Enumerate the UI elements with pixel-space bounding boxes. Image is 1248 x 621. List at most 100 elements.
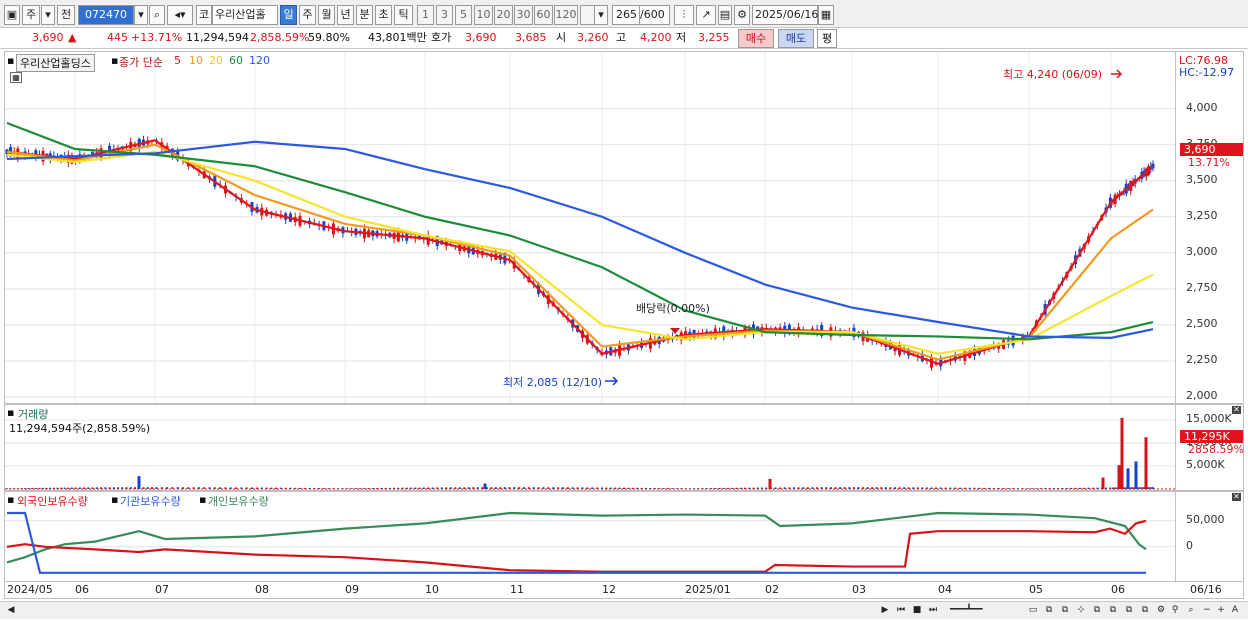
layout-icon-3[interactable]: ⧉ — [1058, 604, 1072, 618]
volume-spike-bar — [768, 478, 772, 489]
count-input[interactable]: 265 — [612, 5, 640, 25]
table-toggle-icon[interactable]: ▦ — [10, 72, 22, 83]
market-dropdown-icon[interactable]: ▾ — [41, 5, 55, 25]
volume-menu-icon[interactable]: ▪ — [7, 406, 14, 419]
search-icon[interactable]: ⌕ — [149, 5, 165, 25]
volume-bar — [9, 488, 12, 489]
layout-icon-2[interactable]: ⧉ — [1042, 604, 1056, 618]
interval-dropdown-icon[interactable]: ▾ — [594, 5, 608, 25]
volume-bar — [820, 487, 823, 489]
search-zoom-icon[interactable]: ⌕ — [1184, 604, 1198, 618]
ask-price: 3,690 — [465, 31, 497, 44]
volume-spike-bar — [1101, 477, 1105, 489]
rewind-icon[interactable]: ⏮ — [894, 604, 908, 618]
settings-icon[interactable]: ⚙ — [1154, 604, 1168, 618]
date-input[interactable]: 2025/06/16 — [752, 5, 818, 25]
holding-panel[interactable]: ▪ 외국인보유수량 ▪ 기관보유수량 ▪ 개인보유수량 — [4, 491, 1176, 582]
volume-bar — [91, 487, 94, 489]
avg-button[interactable]: 평 — [817, 29, 837, 48]
interval-3[interactable]: 3 — [436, 5, 453, 25]
layout-icon-6[interactable]: ⧉ — [1122, 604, 1136, 618]
gear-icon[interactable]: ⚙ — [734, 5, 750, 25]
volume-bar — [576, 487, 579, 489]
interval-10[interactable]: 10 — [474, 5, 493, 25]
forward-icon[interactable]: ⏭ — [926, 604, 940, 618]
holding-close-icon[interactable]: ✕ — [1232, 493, 1241, 501]
scroll-left-icon[interactable]: ◀ — [4, 604, 18, 618]
volume-spike-bar — [137, 476, 141, 489]
volume-spike-bar — [1120, 417, 1124, 489]
period-year[interactable]: 년 — [337, 5, 354, 25]
volume-bar — [176, 487, 179, 489]
volume-bar — [857, 487, 860, 489]
volume-bar — [397, 487, 400, 489]
volume-bar — [748, 487, 751, 489]
institution-legend-icon: ▪ — [111, 493, 119, 506]
save-icon[interactable]: ▤ — [718, 5, 732, 25]
interval-1[interactable]: 1 — [417, 5, 434, 25]
calendar-icon[interactable]: ▦ — [818, 5, 834, 25]
volume-bar — [756, 487, 759, 489]
period-day[interactable]: 일 — [280, 5, 297, 25]
candle — [920, 350, 924, 363]
panel-menu-icon[interactable]: ▪ — [7, 54, 14, 67]
sell-button[interactable]: 매도 — [778, 29, 814, 48]
period-month[interactable]: 월 — [318, 5, 335, 25]
zoom-out-icon[interactable]: − — [1200, 604, 1214, 618]
ma-legend-20: 20 — [209, 54, 223, 67]
scroll-bar[interactable]: ◀ ▶ ⏮ ■ ⏭ ━━━┻━━ ▭ ⧉ ⧉ ⊹ ⧉ ⧉ ⧉ ⧉ ⚙ ⚲ ⌕ −… — [0, 601, 1248, 619]
candle — [494, 249, 498, 261]
price-y-tick: 2,250 — [1186, 352, 1218, 366]
candle — [371, 229, 375, 241]
volume-bar — [884, 487, 887, 489]
quote-label: 호가 — [431, 31, 452, 44]
volume-bar — [935, 487, 938, 489]
font-size-icon[interactable]: A — [1228, 604, 1242, 618]
volume-bar — [714, 487, 717, 489]
ma-legend-icon: ▪ — [111, 54, 119, 67]
volume-bar — [522, 487, 525, 489]
volume-bar — [752, 487, 755, 489]
volume-chart[interactable] — [5, 405, 1176, 491]
interval-5[interactable]: 5 — [455, 5, 472, 25]
window-icon[interactable]: ▣ — [4, 5, 20, 25]
interval-60[interactable]: 60 — [534, 5, 553, 25]
stock-code-input[interactable]: 072470 — [78, 5, 134, 25]
price-panel[interactable]: ▪ 우리산업홀딩스 ▪ 종가 단순 5 10 20 60 120 ▦ 최고 4,… — [4, 51, 1176, 404]
zoom-slider[interactable]: ━━━┻━━ — [950, 604, 1020, 618]
layout-icon-5[interactable]: ⧉ — [1106, 604, 1120, 618]
holding-menu-icon[interactable]: ▪ — [7, 493, 14, 506]
volume-bar — [160, 487, 163, 489]
candle-type-icon[interactable]: ⫶ — [674, 5, 694, 25]
stop-icon[interactable]: ■ — [910, 604, 924, 618]
pin-icon[interactable]: ⚲ — [1168, 604, 1182, 618]
period-minute[interactable]: 분 — [356, 5, 373, 25]
volume-panel[interactable]: ▪ 거래량 11,294,594주(2,858.59%) — [4, 404, 1176, 491]
period-tick[interactable]: 틱 — [394, 5, 413, 25]
sound-icon[interactable]: ◂▾ — [167, 5, 193, 25]
layout-icon-4[interactable]: ⧉ — [1090, 604, 1104, 618]
market-select[interactable]: 주 — [22, 5, 40, 25]
prev-button[interactable]: 전 — [57, 5, 75, 25]
volume-bar — [20, 488, 23, 489]
volume-bar — [337, 488, 340, 489]
volume-bar — [907, 487, 910, 489]
layout-icon-7[interactable]: ⧉ — [1138, 604, 1152, 618]
period-second[interactable]: 초 — [375, 5, 392, 25]
price-chart[interactable] — [5, 52, 1176, 404]
scroll-right-icon[interactable]: ▶ — [878, 604, 892, 618]
interval-20[interactable]: 20 — [494, 5, 513, 25]
volume-bar — [371, 488, 374, 489]
layout-icon-1[interactable]: ▭ — [1026, 604, 1040, 618]
volume-bar — [1007, 488, 1010, 489]
buy-button[interactable]: 매수 — [738, 29, 774, 48]
code-dropdown-icon[interactable]: ▾ — [134, 5, 148, 25]
interval-120[interactable]: 120 — [554, 5, 578, 25]
interval-30[interactable]: 30 — [514, 5, 533, 25]
stock-name-field[interactable]: 우리산업홀 — [212, 5, 278, 25]
zoom-in-icon[interactable]: + — [1214, 604, 1228, 618]
crosshair-icon[interactable]: ⊹ — [1074, 604, 1088, 618]
period-week[interactable]: 주 — [299, 5, 316, 25]
holding-y-tick: 0 — [1186, 538, 1193, 552]
draw-tool-icon[interactable]: ↗ — [696, 5, 716, 25]
